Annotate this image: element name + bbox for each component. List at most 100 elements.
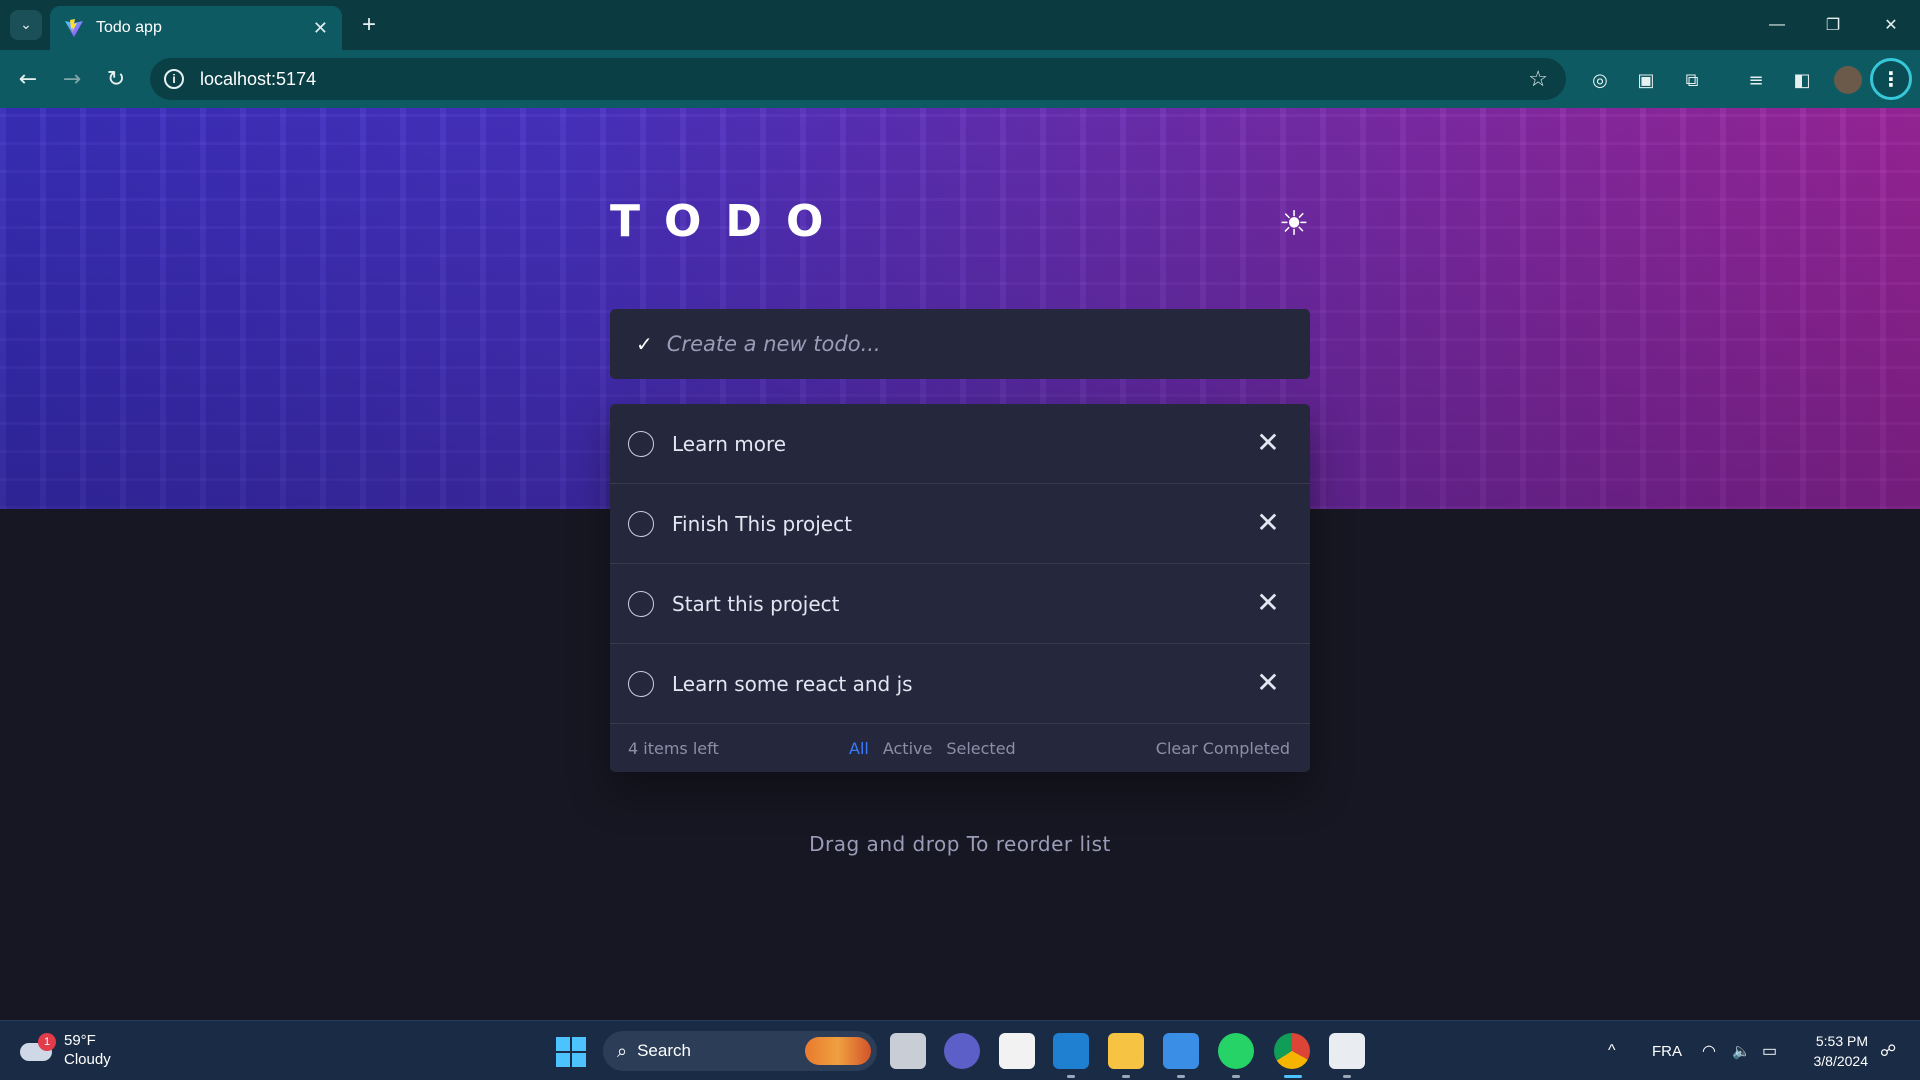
running-indicator xyxy=(1122,1075,1130,1078)
todo-text: Finish This project xyxy=(672,511,852,536)
arrow-left-icon: ← xyxy=(18,66,38,92)
windows-logo-pane xyxy=(572,1037,586,1051)
app-shield-icon[interactable] xyxy=(1163,1033,1199,1069)
delete-icon[interactable]: ✕ xyxy=(1252,586,1284,619)
volume-icon[interactable]: 🔈 xyxy=(1732,1021,1751,1080)
todo-footer: 4 items left All Active Selected Clear C… xyxy=(610,724,1310,772)
file-explorer-icon[interactable] xyxy=(1108,1033,1144,1069)
close-icon[interactable]: ✕ xyxy=(313,18,328,39)
arrow-right-icon: → xyxy=(62,66,82,92)
filter-selected[interactable]: Selected xyxy=(946,739,1015,758)
filter-all[interactable]: All xyxy=(849,739,869,758)
microsoft-store-icon[interactable] xyxy=(999,1033,1035,1069)
teams-chat-icon[interactable] xyxy=(944,1033,980,1069)
todo-text: Learn more xyxy=(672,431,787,456)
browser-tab[interactable]: Todo app ✕ xyxy=(50,6,342,50)
profile-avatar[interactable] xyxy=(1834,66,1862,94)
kebab-menu-icon: ⋮ xyxy=(1881,67,1901,91)
search-label: Search xyxy=(637,1041,691,1060)
tab-title: Todo app xyxy=(96,19,162,36)
filter-active[interactable]: Active xyxy=(883,739,933,758)
extension-box-icon[interactable]: ▣ xyxy=(1632,66,1660,94)
windows-logo-pane xyxy=(556,1053,570,1067)
new-tab-button[interactable]: + xyxy=(354,10,384,40)
notifications-icon[interactable]: ☍ xyxy=(1880,1021,1896,1080)
running-indicator xyxy=(1177,1075,1185,1078)
taskbar-search[interactable]: ⌕ Search xyxy=(603,1031,877,1071)
forward-button[interactable]: → xyxy=(56,63,88,95)
todo-checkbox[interactable] xyxy=(628,430,654,457)
weather-temperature: 59°F xyxy=(64,1032,96,1049)
wifi-icon[interactable]: ◠ xyxy=(1702,1021,1716,1080)
items-left-count: 4 items left xyxy=(628,738,719,758)
reload-icon: ↻ xyxy=(106,66,126,92)
browser-menu-button[interactable]: ⋮ xyxy=(1870,58,1912,100)
todo-app: TODO ☀ ✓ Learn more ✕ Finish This projec… xyxy=(0,108,1920,1020)
restore-icon: ❐ xyxy=(1825,17,1841,34)
battery-icon[interactable]: ▭ xyxy=(1762,1021,1777,1080)
delete-icon[interactable]: ✕ xyxy=(1252,666,1284,699)
task-view-icon[interactable] xyxy=(890,1033,926,1069)
info-icon[interactable]: i xyxy=(164,69,184,89)
clock[interactable]: 5:53 PM 3/8/2024 xyxy=(1800,1031,1869,1071)
check-icon[interactable]: ✓ xyxy=(636,332,653,356)
sun-icon: ☀ xyxy=(1278,204,1310,244)
drag-hint: Drag and drop To reorder list xyxy=(809,832,1111,856)
search-icon: ⌕ xyxy=(617,1040,628,1061)
clock-date: 3/8/2024 xyxy=(1813,1053,1869,1069)
todo-item[interactable]: Learn more ✕ xyxy=(610,404,1310,484)
restore-button[interactable]: ❐ xyxy=(1810,8,1856,42)
tab-search-button[interactable]: ⌄ xyxy=(10,10,42,40)
todo-checkbox[interactable] xyxy=(628,590,654,617)
address-bar[interactable]: i localhost:5174 ☆ xyxy=(150,58,1566,100)
weather-condition: Cloudy xyxy=(64,1051,111,1068)
minimize-button[interactable]: — xyxy=(1754,8,1800,42)
cloud-icon: 1 xyxy=(20,1033,56,1063)
close-icon: ✕ xyxy=(1884,17,1898,34)
todo-item[interactable]: Finish This project ✕ xyxy=(610,484,1310,564)
delete-icon[interactable]: ✕ xyxy=(1252,426,1284,459)
whatsapp-icon[interactable] xyxy=(1218,1033,1254,1069)
clock-time: 5:53 PM xyxy=(1815,1033,1868,1049)
media-control-icon[interactable]: ≡ xyxy=(1742,66,1770,94)
weather-widget[interactable]: 1 59°F Cloudy xyxy=(20,1031,111,1069)
browser-tab-bar: ⌄ Todo app ✕ + — ❐ ✕ xyxy=(0,0,1920,50)
chevron-down-icon: ⌄ xyxy=(20,17,32,33)
reload-button[interactable]: ↻ xyxy=(100,63,132,95)
minimize-icon: — xyxy=(1769,16,1785,33)
todo-text: Learn some react and js xyxy=(672,671,913,696)
windows-logo-pane xyxy=(572,1053,586,1067)
side-panel-icon[interactable]: ◧ xyxy=(1788,66,1816,94)
star-icon[interactable]: ☆ xyxy=(1528,66,1548,92)
vscode-icon[interactable] xyxy=(1053,1033,1089,1069)
new-todo-form: ✓ xyxy=(610,309,1310,379)
notification-badge: 1 xyxy=(38,1033,56,1051)
tray-chevron-icon[interactable]: ^ xyxy=(1608,1021,1616,1080)
theme-toggle-button[interactable]: ☀ xyxy=(1276,204,1312,244)
window-close-button[interactable]: ✕ xyxy=(1868,8,1914,42)
start-button[interactable] xyxy=(556,1037,586,1067)
search-highlight-image xyxy=(805,1037,871,1065)
snipping-tool-icon[interactable] xyxy=(1329,1033,1365,1069)
delete-icon[interactable]: ✕ xyxy=(1252,506,1284,539)
new-todo-input[interactable] xyxy=(666,332,1267,356)
extensions-puzzle-icon[interactable]: ⧉ xyxy=(1678,66,1706,94)
todo-checkbox[interactable] xyxy=(628,510,654,537)
windows-logo-pane xyxy=(556,1037,570,1051)
language-indicator[interactable]: FRA xyxy=(1652,1021,1682,1080)
todo-item[interactable]: Start this project ✕ xyxy=(610,564,1310,644)
extension-glasses-icon[interactable]: ◎ xyxy=(1586,66,1614,94)
url-text: localhost:5174 xyxy=(200,68,317,89)
back-button[interactable]: ← xyxy=(12,63,44,95)
clear-completed-button[interactable]: Clear Completed xyxy=(1156,739,1290,758)
plus-icon: + xyxy=(361,11,376,38)
running-indicator xyxy=(1232,1075,1240,1078)
browser-toolbar: ← → ↻ i localhost:5174 ☆ ◎ ▣ ⧉ ≡ ◧ ⋮ xyxy=(0,50,1920,108)
page-title: TODO xyxy=(610,196,848,247)
running-indicator xyxy=(1067,1075,1075,1078)
chrome-icon[interactable] xyxy=(1274,1033,1310,1069)
todo-checkbox[interactable] xyxy=(628,670,654,697)
todo-item[interactable]: Learn some react and js ✕ xyxy=(610,644,1310,724)
filter-tabs: All Active Selected xyxy=(849,739,1016,758)
windows-taskbar: 1 59°F Cloudy ⌕ Search ^ FRA ◠ 🔈 ▭ 5:53 … xyxy=(0,1020,1920,1080)
